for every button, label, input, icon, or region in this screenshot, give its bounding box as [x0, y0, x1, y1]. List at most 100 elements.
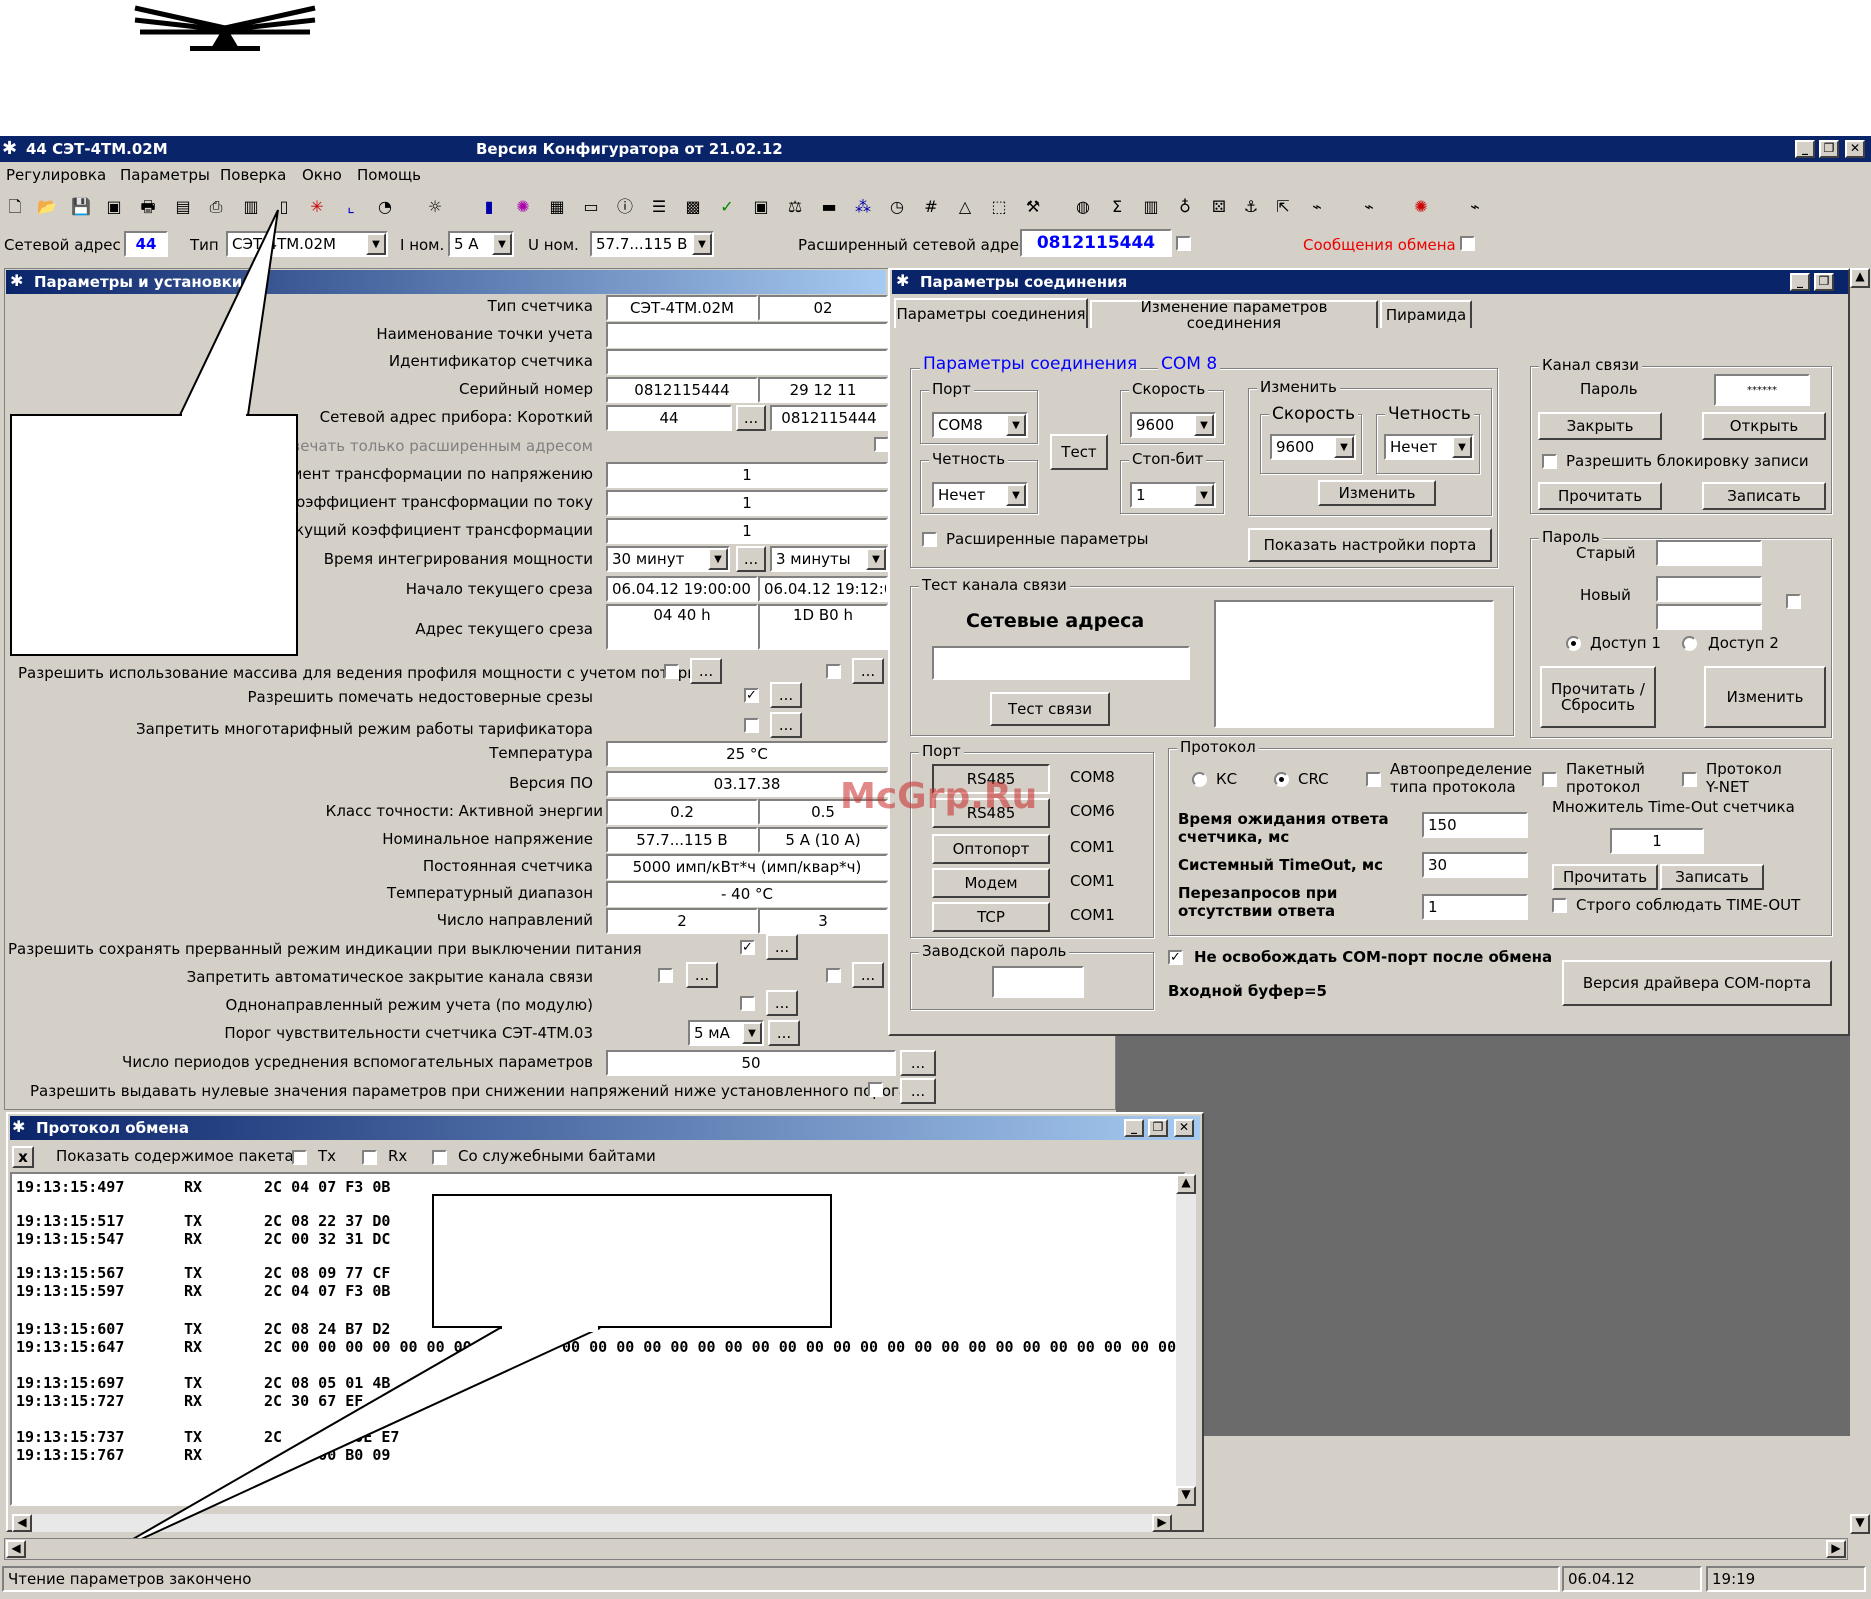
test-link-button[interactable]: Тест связи	[990, 692, 1110, 726]
chart-line-icon[interactable]: ⌞	[340, 196, 362, 218]
new-password-field[interactable]	[1656, 576, 1762, 602]
tint-dots-button[interactable]: ...	[736, 546, 766, 572]
meter-id-field[interactable]	[606, 349, 888, 375]
unom-select[interactable]: 57.7...115 В ▼	[590, 231, 714, 257]
ki-field[interactable]: 1	[606, 490, 888, 516]
log-scroll-down-button[interactable]: ▼	[1176, 1486, 1196, 1506]
info-icon[interactable]: ⓘ	[614, 196, 636, 218]
select-icon[interactable]: ⬚	[988, 196, 1010, 218]
autoclose-checkbox-1[interactable]	[658, 968, 673, 983]
check-icon[interactable]: ✓	[716, 196, 738, 218]
timeout-mult-field[interactable]: 1	[1610, 828, 1704, 854]
scales-icon[interactable]: ⚖	[784, 196, 806, 218]
zero-values-checkbox[interactable]	[868, 1082, 883, 1097]
exchange-messages-checkbox[interactable]	[1460, 236, 1475, 251]
autoclose-dots-button-1[interactable]: ...	[686, 962, 718, 988]
plug2-icon[interactable]: ⌁	[1358, 196, 1380, 218]
bell-icon[interactable]: ♁	[1174, 196, 1196, 218]
sensitivity-select[interactable]: 5 мА ▼	[688, 1020, 764, 1046]
allow-lock-checkbox[interactable]	[1542, 454, 1557, 469]
profile-dots-button-1[interactable]: ...	[690, 658, 722, 684]
ext-only-checkbox[interactable]	[874, 437, 889, 452]
log-show-checkbox[interactable]	[292, 1150, 307, 1165]
mdi-scroll-right-button[interactable]: ▶	[1826, 1540, 1846, 1558]
onedir-dots-button[interactable]: ...	[766, 990, 798, 1016]
list-icon[interactable]: ☰	[648, 196, 670, 218]
stop-bits-select[interactable]: 1 ▼	[1130, 482, 1216, 508]
log-scroll-up-button[interactable]: ▲	[1176, 1174, 1196, 1194]
mdi-scroll-down-button[interactable]: ▼	[1850, 1514, 1870, 1534]
factory-password-field[interactable]	[992, 966, 1084, 998]
read-reset-button[interactable]: Прочитать / Сбросить	[1540, 666, 1656, 728]
sigma-icon[interactable]: Σ	[1106, 196, 1128, 218]
counter-icon[interactable]: #	[920, 196, 942, 218]
change-button[interactable]: Изменить	[1318, 480, 1436, 506]
alarm-icon[interactable]: ✺	[1410, 196, 1432, 218]
proto-write-button[interactable]: Записать	[1660, 864, 1764, 890]
ynet-proto-checkbox[interactable]	[1682, 772, 1697, 787]
change-speed-select[interactable]: 9600 ▼	[1270, 434, 1356, 460]
test-button[interactable]: Тест	[1050, 434, 1108, 470]
log-clear-button[interactable]: x	[12, 1146, 34, 1168]
tab-connection-params[interactable]: Параметры соединения	[894, 298, 1088, 328]
ext-address-field[interactable]: 0812115444	[1020, 229, 1172, 257]
plug-icon[interactable]: ⌁	[1306, 196, 1328, 218]
point-name-field[interactable]	[606, 322, 888, 348]
profile-dots-button-2[interactable]: ...	[852, 658, 884, 684]
tools-icon[interactable]: ⚒	[1022, 196, 1044, 218]
restore-button[interactable]: ❐	[1819, 140, 1839, 158]
kc-radio[interactable]	[1192, 772, 1207, 787]
channel-write-button[interactable]: Записать	[1702, 482, 1826, 510]
speed-select[interactable]: 9600 ▼	[1130, 412, 1216, 438]
timeout-field[interactable]: 30	[1422, 852, 1528, 878]
ext-params-checkbox[interactable]	[922, 532, 937, 547]
zero-values-dots-button[interactable]: ...	[900, 1078, 936, 1104]
export-icon[interactable]: ⇱	[1272, 196, 1294, 218]
channel-read-button[interactable]: Прочитать	[1538, 482, 1662, 510]
log-rx-checkbox[interactable]	[432, 1150, 447, 1165]
mdi-scroll-up-button[interactable]: ▲	[1850, 268, 1870, 288]
plug3-icon[interactable]: ⌁	[1464, 196, 1486, 218]
inom-select[interactable]: 5 А ▼	[448, 231, 514, 257]
driver-version-button[interactable]: Версия драйвера COM-порта	[1562, 960, 1832, 1006]
kv-field[interactable]: 1	[606, 462, 888, 488]
show-password-checkbox[interactable]	[1786, 594, 1801, 609]
net-addresses-field[interactable]	[932, 646, 1190, 680]
autoclose-dots-button-2[interactable]: ...	[852, 962, 884, 988]
change-password-button[interactable]: Изменить	[1704, 666, 1826, 728]
mdi-scrollbar-horizontal[interactable]	[4, 1538, 1848, 1560]
parity-select[interactable]: Нечет ▼	[932, 482, 1028, 508]
log-minimize-button[interactable]: _	[1124, 1119, 1144, 1137]
port-modem-button[interactable]: Модем	[932, 868, 1050, 898]
profile-checkbox-1[interactable]	[664, 664, 679, 679]
tab-change-connection[interactable]: Изменение параметров соединения	[1090, 298, 1378, 331]
triangle-icon[interactable]: △	[954, 196, 976, 218]
menu-window[interactable]: Окно	[302, 166, 342, 184]
close-channel-button[interactable]: Закрыть	[1538, 412, 1662, 440]
lamp-icon[interactable]: ☼	[424, 196, 446, 218]
old-password-field[interactable]	[1656, 540, 1762, 566]
multitariff-dots-button[interactable]: ...	[770, 712, 802, 738]
retries-field[interactable]: 1	[1422, 894, 1528, 920]
port-optoport-button[interactable]: Оптопорт	[932, 834, 1050, 864]
calendar-icon[interactable]: ▭	[580, 196, 602, 218]
log-scroll-right-button[interactable]: ▶	[1152, 1514, 1172, 1532]
wait-field[interactable]: 150	[1422, 812, 1528, 838]
avg-periods-dots-button[interactable]: ...	[900, 1050, 936, 1076]
menu-parameters[interactable]: Параметры	[120, 166, 210, 184]
autoclose-checkbox-2[interactable]	[826, 968, 841, 983]
onedir-checkbox[interactable]	[740, 996, 755, 1011]
save-indication-checkbox[interactable]: ✓	[740, 940, 755, 955]
packet-proto-checkbox[interactable]	[1542, 772, 1557, 787]
multitariff-checkbox[interactable]	[744, 718, 759, 733]
log-scroll-left-button[interactable]: ◀	[12, 1514, 32, 1532]
globe-icon[interactable]: ◍	[1072, 196, 1094, 218]
network-icon[interactable]: ⁂	[852, 196, 874, 218]
short-address-dots-button[interactable]: ...	[736, 405, 766, 431]
port-tcp-button[interactable]: TCP	[932, 902, 1050, 932]
log-close-button[interactable]: ✕	[1174, 1119, 1194, 1137]
ext-address-param-field[interactable]: 0812115444	[770, 405, 888, 431]
clock-icon[interactable]: ◷	[886, 196, 908, 218]
log-tx-checkbox[interactable]	[362, 1150, 377, 1165]
avg-periods-field[interactable]: 50	[606, 1050, 896, 1076]
